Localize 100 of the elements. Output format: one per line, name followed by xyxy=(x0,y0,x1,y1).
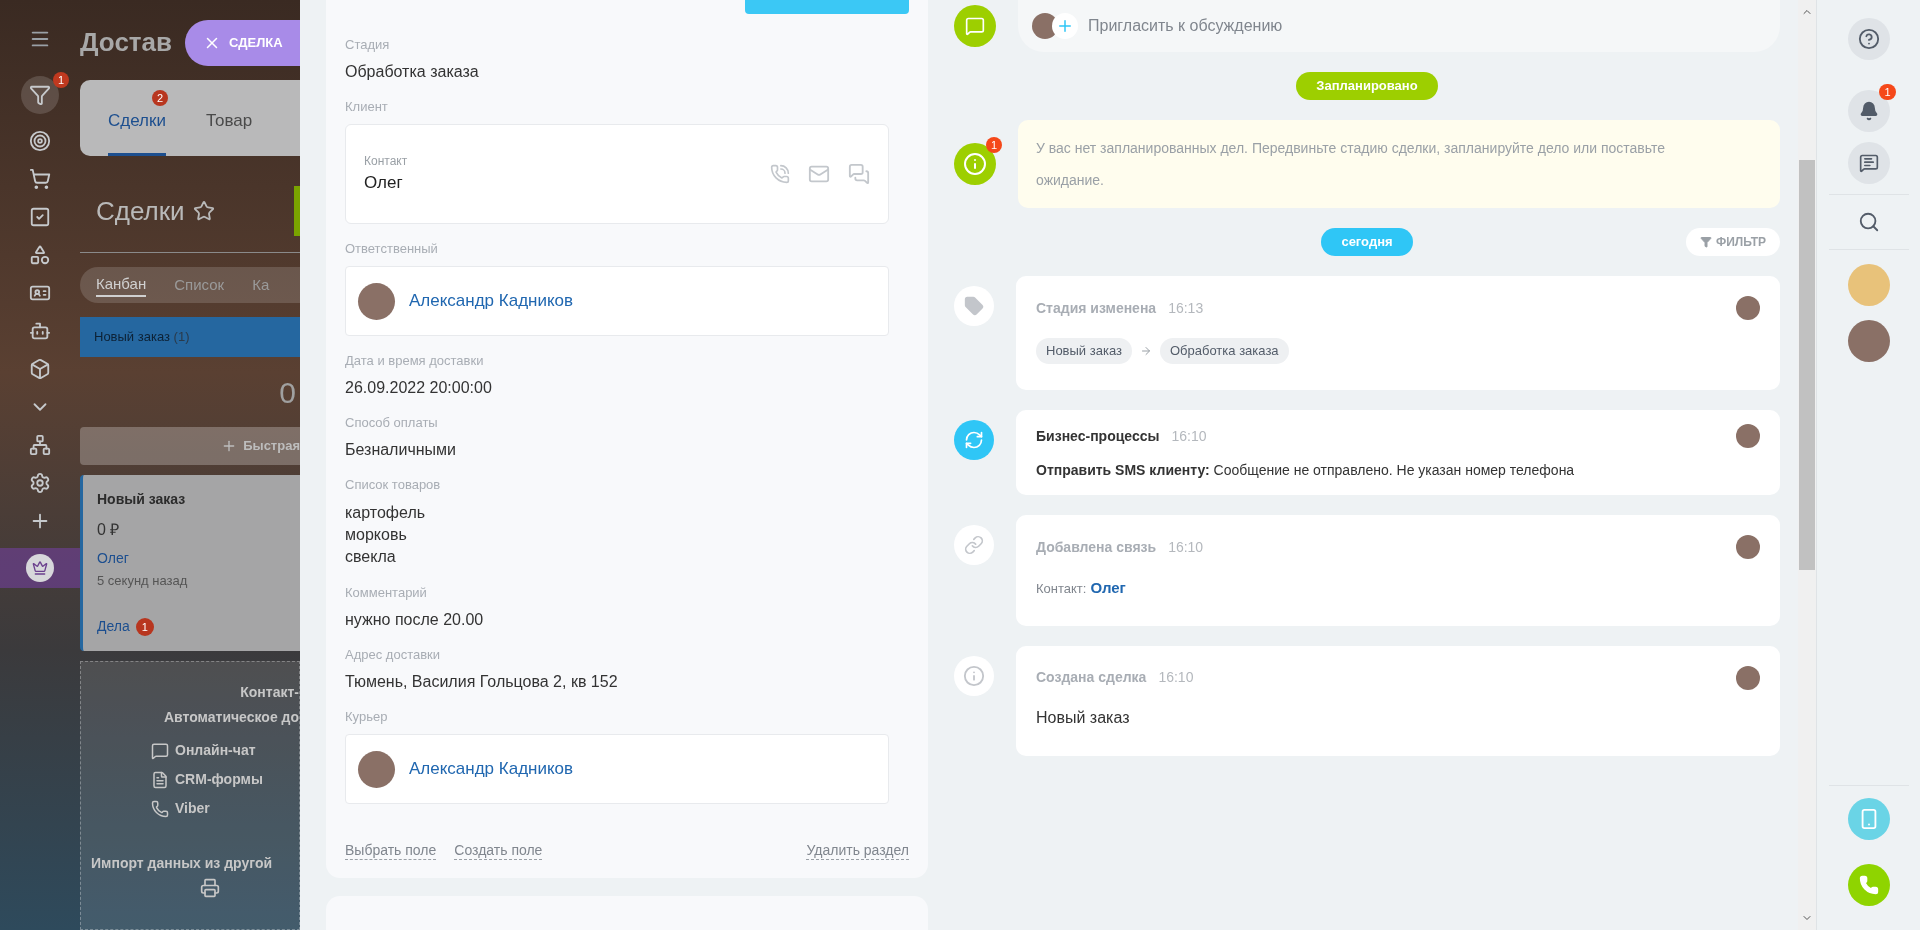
sync-icon xyxy=(954,420,994,460)
delete-section-link[interactable]: Удалить раздел xyxy=(806,842,909,860)
event-time: 16:10 xyxy=(1158,668,1194,687)
view-tab[interactable]: Список xyxy=(174,273,225,297)
comment-icon xyxy=(954,5,996,47)
deal-time: 5 секунд назад xyxy=(97,572,189,590)
avatar xyxy=(1847,320,1890,362)
deal-title: Новый заказ xyxy=(97,490,187,509)
column-count: (1) xyxy=(173,328,190,347)
funnel-icon[interactable] xyxy=(21,76,59,114)
import-link[interactable]: Импорт данных из другой xyxy=(81,853,273,874)
field-label: Список товаров xyxy=(345,476,442,494)
count-badge: 1 xyxy=(135,617,154,636)
view-tab[interactable]: Ка xyxy=(252,273,270,297)
field-value: Безналичными xyxy=(345,440,457,460)
robot-icon[interactable] xyxy=(29,320,51,342)
user-link[interactable]: Александр Кадников xyxy=(409,756,574,782)
event-title: Бизнес-процессы xyxy=(1036,426,1160,446)
view-tab[interactable]: Канбан xyxy=(96,272,147,298)
contact-label: Контакт xyxy=(364,153,408,171)
quick-add-button[interactable]: Быстрая xyxy=(80,427,300,465)
info-icon xyxy=(954,655,994,696)
cart-icon[interactable] xyxy=(29,168,51,190)
shapes-icon[interactable] xyxy=(29,244,51,266)
link-icon xyxy=(954,525,994,565)
printer-icon[interactable] xyxy=(200,878,220,898)
event-time: 16:10 xyxy=(1168,537,1204,557)
event-label: Контакт: xyxy=(1036,579,1087,598)
invite-field[interactable]: Пригласить к обсуждению xyxy=(1018,0,1780,52)
field-action-link[interactable]: Создать поле xyxy=(454,842,543,860)
count-badge: 2 xyxy=(152,89,169,106)
contact-link[interactable]: Олег xyxy=(97,548,286,569)
count-badge: 1 xyxy=(1879,84,1896,100)
event-title: Добавлена связь xyxy=(1036,537,1157,557)
bell-button[interactable] xyxy=(1847,90,1890,132)
section-heading: Сделки xyxy=(96,194,185,228)
channel-label[interactable]: CRM-формы xyxy=(175,769,263,790)
field-value: Тюмень, Василия Гольцова 2, кв 152 xyxy=(345,672,619,692)
activities-link[interactable]: Дела xyxy=(97,616,130,637)
star-icon[interactable] xyxy=(192,200,215,222)
contact-link[interactable]: Олег xyxy=(1090,577,1126,600)
search-icon[interactable] xyxy=(1857,211,1880,233)
contact-name[interactable]: Олег xyxy=(364,170,408,196)
field-value: Обработка заказа xyxy=(345,62,480,82)
product-item: свекла xyxy=(345,547,397,567)
column-total: 0 xyxy=(279,374,296,411)
messages-button[interactable] xyxy=(1847,142,1890,184)
event-text: Отправить SMS клиенту: Сообщение не отправлено. Не указан номер телефона xyxy=(1036,461,1576,480)
arrow-icon xyxy=(1139,345,1152,357)
count-badge: 1 xyxy=(985,137,1002,153)
product-item: морковь xyxy=(345,525,408,545)
promo-subtitle: Автоматическое до xyxy=(164,708,299,727)
deal-amount: 0 ₽ xyxy=(97,520,121,540)
bell-icon xyxy=(1858,101,1879,121)
field-label: Стадия xyxy=(345,36,391,54)
product-item: картофель xyxy=(345,503,427,523)
crown-icon[interactable] xyxy=(26,554,54,582)
promo-title: Контакт- xyxy=(240,683,299,702)
event-time: 16:13 xyxy=(1168,298,1204,318)
help-button[interactable] xyxy=(1847,18,1890,60)
close-slider-button[interactable]: СДЕЛКА xyxy=(185,20,300,66)
planned-label: Запланировано xyxy=(1296,72,1438,100)
event-time: 16:10 xyxy=(1171,426,1207,446)
field-label: Курьер xyxy=(345,708,389,726)
field-label: Ответственный xyxy=(345,240,439,258)
event-text: Новый заказ xyxy=(1036,707,1131,728)
network-icon[interactable] xyxy=(29,434,51,456)
phone-icon xyxy=(1858,875,1879,895)
event-title: Стадия изменена xyxy=(1036,298,1157,318)
field-label: Дата и время доставки xyxy=(345,352,485,370)
field-label: Адрес доставки xyxy=(345,646,442,664)
invite-placeholder: Пригласить к обсуждению xyxy=(1088,16,1283,36)
deal-card[interactable]: Новый заказ 0 ₽ Олег 5 секунд назад Дела 1 xyxy=(80,475,300,651)
count-badge: 1 xyxy=(52,72,69,88)
channel-label[interactable]: Viber xyxy=(175,798,210,819)
avatar xyxy=(358,750,395,788)
avatar xyxy=(1736,665,1760,690)
document-icon xyxy=(151,770,169,789)
field-action-link[interactable]: Выбрать поле xyxy=(345,842,437,860)
stage-chip: Новый заказ xyxy=(1036,338,1132,364)
cube-icon[interactable] xyxy=(29,358,51,380)
phone-icon xyxy=(151,799,169,818)
field-value: нужно после 20.00 xyxy=(345,610,485,630)
field-label: Способ оплаты xyxy=(345,414,439,432)
funnel-icon xyxy=(1699,236,1712,248)
filter-button[interactable]: ФИЛЬТР xyxy=(1685,228,1780,256)
user-link[interactable]: Александр Кадников xyxy=(409,288,574,314)
avatar xyxy=(1736,424,1760,448)
checkbox-icon[interactable] xyxy=(29,206,51,228)
settings-icon[interactable] xyxy=(29,472,51,494)
channel-label[interactable]: Онлайн-чат xyxy=(175,740,256,761)
page-title: Достав xyxy=(80,26,172,59)
plus-icon xyxy=(1052,13,1078,39)
chat-icon xyxy=(1858,153,1879,173)
tab[interactable]: Товар xyxy=(205,107,253,156)
avatar xyxy=(1736,296,1760,320)
field-label: Комментарий xyxy=(345,584,428,602)
today-label: сегодня xyxy=(1321,228,1413,256)
target-icon[interactable] xyxy=(29,130,51,152)
field-value: 26.09.2022 20:00:00 xyxy=(345,378,493,398)
